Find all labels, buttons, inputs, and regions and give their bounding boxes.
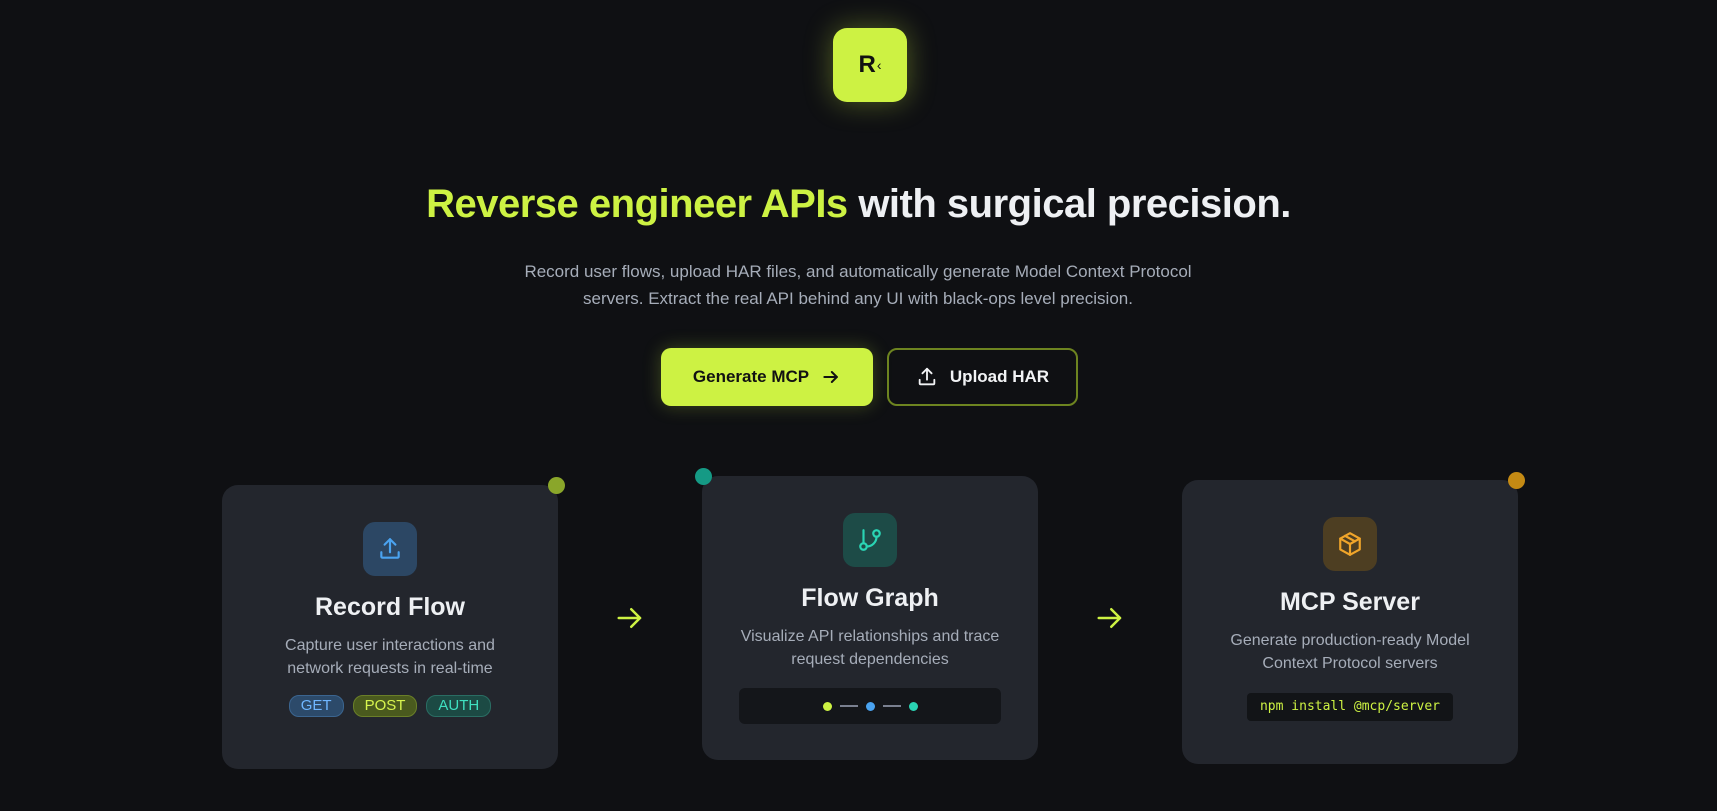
card-title: MCP Server [1280,588,1420,616]
card-description: Visualize API relationships and trace re… [730,625,1010,671]
card-description: Capture user interactions and network re… [262,634,518,680]
graph-node [908,701,918,711]
graph-edge [839,705,858,707]
card-desc-line-2: request dependencies [791,651,949,668]
record-flow-icon-box [363,522,417,576]
logo-letter: R [858,51,876,78]
card-desc-line-2: network requests in real-time [287,660,493,677]
upload-icon [380,538,400,559]
card-title: Flow Graph [801,584,939,612]
status-dot [1508,472,1525,489]
hero-headline: Reverse engineer APIs with surgical prec… [0,182,1717,227]
landing-page: R ‹ Reverse engineer APIs with surgical p… [0,0,1717,811]
generate-mcp-button[interactable]: Generate MCP [661,348,873,406]
hero-subtitle: Record user flows, upload HAR files, and… [458,258,1258,312]
package-icon [1339,532,1361,556]
card-desc-line-2: Context Protocol servers [1262,655,1438,672]
logo-chevron: ‹ [876,57,882,73]
card-desc-line-1: Capture user interactions and [285,637,495,654]
graph-preview [739,688,1001,724]
flow-graph-icon-box [843,513,897,567]
arrow-right-icon [823,371,838,383]
card-desc-line-1: Generate production-ready Model [1230,632,1470,649]
graph-node [822,701,832,711]
graph-node [865,701,875,711]
flow-arrow-icon [1097,608,1122,628]
upload-icon [918,367,936,386]
status-dot [695,468,712,485]
method-tags: GET POST AUTH [222,695,558,717]
graph-edge [882,705,901,707]
subtitle-line-1: Record user flows, upload HAR files, and… [524,262,1192,281]
tag-auth: AUTH [426,695,492,717]
flow-arrow-icon [617,608,642,628]
app-logo[interactable]: R ‹ [833,28,907,102]
headline-accent: Reverse engineer APIs [426,182,848,226]
mcp-server-icon-box [1323,517,1377,571]
card-title: Record Flow [314,593,465,621]
generate-mcp-label: Generate MCP [692,367,810,386]
status-dot [548,477,565,494]
subtitle-line-2: servers. Extract the real API behind any… [583,289,1133,308]
upload-har-label: Upload HAR [949,367,1050,386]
record-flow-card[interactable]: Record Flow Capture user interactions an… [222,485,558,769]
tag-get: GET [288,695,344,717]
flow-graph-card[interactable]: Flow Graph Visualize API relationships a… [702,476,1038,760]
install-command[interactable]: npm install @mcp/server [1247,693,1453,721]
headline-rest: with surgical precision. [858,182,1291,226]
mcp-server-card[interactable]: MCP Server Generate production-ready Mod… [1182,480,1518,764]
upload-har-button[interactable]: Upload HAR [887,348,1078,406]
card-description: Generate production-ready Model Context … [1222,629,1478,675]
git-branch-icon [859,529,881,551]
tag-post: POST [352,695,418,717]
card-desc-line-1: Visualize API relationships and trace [740,628,1000,645]
